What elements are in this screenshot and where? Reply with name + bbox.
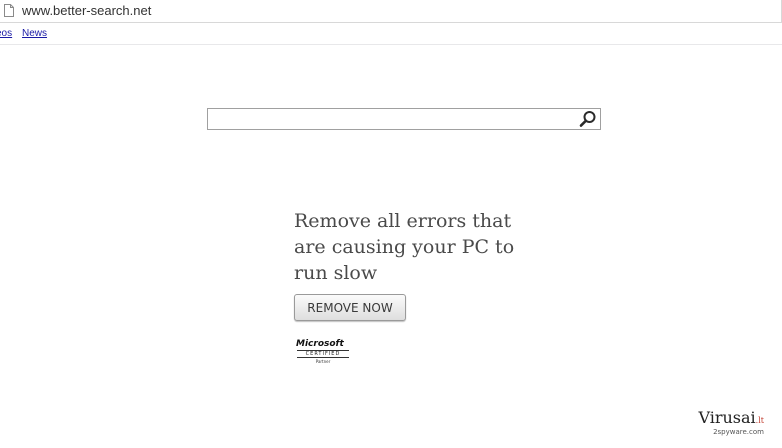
nav-link-news[interactable]: News bbox=[22, 28, 47, 39]
nav-links: eos News bbox=[0, 22, 782, 45]
ad-headline: Remove all errors that are causing your … bbox=[294, 210, 515, 284]
watermark-sub: 2spyware.com bbox=[713, 428, 764, 436]
watermark: Virusai.lt 2spyware.com bbox=[680, 408, 770, 440]
nav-link-videos[interactable]: eos bbox=[0, 28, 12, 39]
ad-banner[interactable]: Remove all errors that are causing your … bbox=[287, 200, 517, 380]
address-bar[interactable]: www.better-search.net bbox=[0, 0, 782, 23]
microsoft-certified-badge: Microsoft CERTIFIED Partner bbox=[296, 339, 356, 367]
watermark-brand-name: Virusai bbox=[698, 408, 756, 427]
search-input[interactable] bbox=[208, 109, 584, 129]
search-icon[interactable] bbox=[578, 110, 598, 128]
search-box bbox=[207, 108, 601, 130]
watermark-tld: .lt bbox=[755, 416, 764, 425]
remove-now-button[interactable]: REMOVE NOW bbox=[294, 294, 406, 321]
page-icon bbox=[4, 4, 14, 17]
badge-partner: Partner bbox=[315, 359, 331, 364]
badge-brand: Microsoft bbox=[296, 339, 344, 349]
watermark-brand: Virusai.lt bbox=[698, 408, 764, 427]
url-text[interactable]: www.better-search.net bbox=[22, 3, 151, 18]
badge-certified: CERTIFIED bbox=[297, 350, 349, 358]
